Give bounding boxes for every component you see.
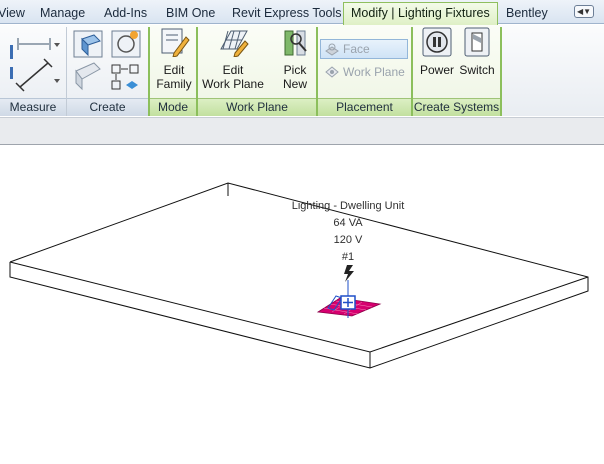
switch-label: Switch: [459, 63, 495, 77]
panel-label-work-plane: Work Plane: [198, 98, 316, 116]
array-icon[interactable]: [111, 64, 139, 90]
measure-tools: [10, 38, 60, 92]
tab-modify-lighting-fixtures[interactable]: Modify | Lighting Fixtures: [343, 2, 498, 25]
edit-work-plane-label-line2: Work Plane: [202, 77, 264, 91]
switch-button[interactable]: Switch: [458, 27, 496, 77]
panel-label-create-systems: Create Systems: [413, 98, 500, 116]
tab-bim-one[interactable]: BIM One: [166, 3, 215, 24]
power-circuit-icon: [422, 27, 452, 57]
tag-load-name: Lighting - Dwelling Unit: [291, 200, 405, 212]
pick-new-host-icon: [284, 30, 307, 56]
panel-label-create: Create: [67, 98, 148, 116]
ribbon-minimize-toggle[interactable]: ◀▼: [574, 5, 594, 18]
edit-family-icon: [161, 28, 190, 58]
tag-voltage: 120 V: [333, 234, 363, 246]
tag-apparent-load: 64 VA: [333, 217, 363, 229]
edit-work-plane-button[interactable]: Edit Work Plane: [200, 27, 266, 91]
tab-add-ins[interactable]: Add-Ins: [104, 3, 147, 24]
place-on-work-plane-button[interactable]: Work Plane: [320, 62, 410, 82]
place-on-face-button[interactable]: Face: [320, 39, 408, 59]
ribbon: Edit Family Edit Work Plane Pick New Fac…: [0, 25, 604, 116]
pick-new-label-line1: Pick: [283, 63, 307, 77]
work-plane-label: Work Plane: [343, 65, 405, 79]
edit-family-label-line2: Family: [156, 77, 192, 91]
panel-label-measure: Measure: [0, 98, 66, 116]
edit-family-button[interactable]: Edit Family: [153, 27, 195, 91]
panel-separator: [500, 27, 502, 116]
tab-manage[interactable]: Manage: [40, 3, 85, 24]
face-label: Face: [343, 42, 370, 56]
tag-circuit-number: #1: [341, 251, 355, 263]
edit-work-plane-label-line1: Edit: [222, 63, 244, 77]
align-dimension-icon[interactable]: [17, 38, 60, 50]
switch-system-icon: [464, 27, 490, 57]
create-part-icon[interactable]: [73, 30, 103, 58]
tab-bentley[interactable]: Bentley: [506, 3, 548, 24]
ribbon-tab-strip: View Manage Add-Ins BIM One Revit Expres…: [0, 0, 604, 25]
drawing-canvas[interactable]: Lighting - Dwelling Unit 64 VA 120 V #1: [0, 146, 604, 464]
panel-label-placement: Placement: [318, 98, 411, 116]
panel-label-mode: Mode: [150, 98, 196, 116]
pick-new-button[interactable]: Pick New: [274, 27, 316, 91]
options-bar: [0, 117, 604, 145]
edit-family-label-line1: Edit: [163, 63, 185, 77]
3d-view: [9, 182, 589, 369]
measure-line-icon[interactable]: [15, 58, 60, 92]
tab-view[interactable]: View: [0, 3, 25, 24]
edit-work-plane-icon: [220, 30, 249, 58]
pick-new-label-line2: New: [282, 77, 307, 91]
power-button[interactable]: Power: [418, 27, 456, 77]
create-tools: [73, 30, 141, 91]
tab-revit-express-tools[interactable]: Revit Express Tools: [232, 3, 342, 24]
power-label: Power: [419, 63, 454, 77]
work-plane-icon: [325, 66, 339, 78]
create-group-icon[interactable]: [111, 30, 141, 58]
electrical-lightning-icon: [344, 265, 354, 282]
face-icon: [325, 43, 339, 56]
create-similar-icon[interactable]: [75, 62, 101, 91]
